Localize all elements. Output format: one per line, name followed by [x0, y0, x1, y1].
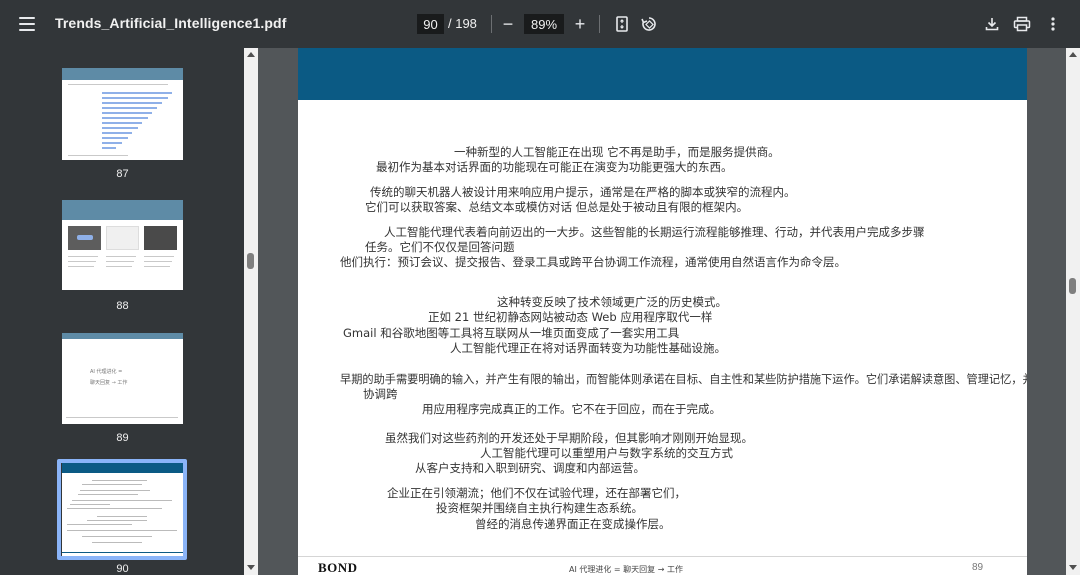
thumbnail-label: 90 — [116, 563, 129, 575]
sidebar-scroll-thumb[interactable] — [247, 253, 254, 269]
page-text-line: 用应用程序完成真正的工作。它不在于回应，而在于完成。 — [422, 402, 721, 416]
toolbar-divider — [599, 15, 600, 33]
page-text-line: 传统的聊天机器人被设计用来响应用户提示，通常是在严格的脚本或狭窄的流程内。 — [370, 185, 796, 199]
page-text-line: 早期的助手需要明确的输入，并产生有限的输出，而智能体则承诺在目标、自主性和某些防… — [340, 373, 1027, 386]
page-text-line: 虽然我们对这些药剂的开发还处于早期阶段，但其影响才刚刚开始显现。 — [385, 431, 753, 445]
fit-page-icon[interactable] — [610, 12, 634, 36]
page-text-line: 曾经的消息传递界面正在变成操作层。 — [475, 517, 671, 531]
scroll-down-arrow-icon[interactable] — [1069, 565, 1077, 570]
page-text-line: 一种新型的人工智能正在出现 它不再是助手，而是服务提供商。 — [454, 145, 780, 159]
footer-brand: BOND — [318, 560, 358, 575]
footer-page-number: 89 — [972, 562, 984, 573]
thumbnail-page-87[interactable] — [62, 68, 183, 160]
toolbar-divider — [491, 15, 492, 33]
menu-icon[interactable] — [18, 15, 36, 33]
thumbnail-text: AI 代理进化 = — [90, 369, 123, 375]
page-total: / 198 — [448, 16, 477, 31]
page-text-line: 这种转变反映了技术领域更广泛的历史模式。 — [497, 295, 727, 309]
page-text-line: 人工智能代理正在将对话界面转变为功能性基础设施。 — [450, 341, 726, 355]
thumbnail-page-90[interactable] — [62, 463, 183, 556]
document-title: Trends_Artificial_Intelligence1.pdf — [55, 15, 287, 31]
zoom-input[interactable] — [524, 14, 564, 34]
pdf-toolbar: Trends_Artificial_Intelligence1.pdf / 19… — [0, 0, 1080, 48]
page-text-line: 企业正在引领潮流；他们不仅在试验代理，还在部署它们， — [387, 486, 686, 500]
scroll-up-arrow-icon[interactable] — [247, 52, 255, 57]
page-header-banner — [298, 48, 1027, 100]
page-text-line: 人工智能代理代表着向前迈出的一大步。这些智能的长期运行流程能够推理、行动，并代表… — [384, 225, 925, 239]
scroll-down-arrow-icon[interactable] — [247, 565, 255, 570]
footer-caption: AI 代理进化 = 聊天回复 → 工作 — [569, 565, 683, 574]
viewer-scroll-thumb[interactable] — [1069, 278, 1076, 294]
page-text-line: Gmail 和谷歌地图等工具将互联网从一堆页面变成了一套实用工具 — [343, 326, 680, 340]
page-text-line: 从客户支持和入职到研究、调度和内部运营。 — [415, 461, 645, 475]
thumbnail-label: 88 — [116, 300, 129, 312]
thumbnail-page-88[interactable] — [62, 200, 183, 290]
page-text-line: 正如 21 世纪初静态网站被动态 Web 应用程序取代一样 — [428, 310, 713, 324]
more-vert-icon[interactable] — [1041, 12, 1065, 36]
page-text-line: 任务。它们不仅仅是回答问题 — [365, 240, 515, 254]
page-text-line: 他们执行：预订会议、提交报告、登录工具或跨平台协调工作流程，通常使用自然语言作为… — [340, 255, 846, 269]
page-text-line: 人工智能代理可以重塑用户与数字系统的交互方式 — [480, 446, 733, 460]
page-number-input[interactable] — [417, 14, 444, 34]
scroll-up-arrow-icon[interactable] — [1069, 52, 1077, 57]
zoom-out-button[interactable]: − — [496, 12, 520, 36]
thumbnail-label: 87 — [116, 168, 129, 180]
zoom-in-button[interactable]: + — [568, 12, 592, 36]
pdf-page: 一种新型的人工智能正在出现 它不再是助手，而是服务提供商。 最初作为基本对话界面… — [298, 48, 1027, 575]
thumbnail-label: 89 — [116, 432, 129, 444]
sidebar-scrollbar[interactable] — [244, 48, 258, 575]
page-text-line: 它们可以获取答案、总结文本或模仿对话 但总是处于被动且有限的框架内。 — [365, 200, 749, 214]
page-text-line: 投资框架并围绕自主执行构建生态系统。 — [436, 501, 643, 515]
footer-divider — [298, 556, 1027, 557]
thumbnail-page-89[interactable]: AI 代理进化 = 聊天回复 → 工作 — [62, 333, 183, 424]
page-text-line: 协调跨 — [363, 387, 398, 401]
thumbnail-text: 聊天回复 → 工作 — [90, 380, 128, 386]
page-text-line: 最初作为基本对话界面的功能现在可能正在演变为功能更强大的东西。 — [376, 160, 733, 174]
rotate-icon[interactable] — [637, 12, 661, 36]
viewer-scrollbar[interactable] — [1066, 48, 1080, 575]
print-icon[interactable] — [1010, 12, 1034, 36]
download-icon[interactable] — [980, 12, 1004, 36]
